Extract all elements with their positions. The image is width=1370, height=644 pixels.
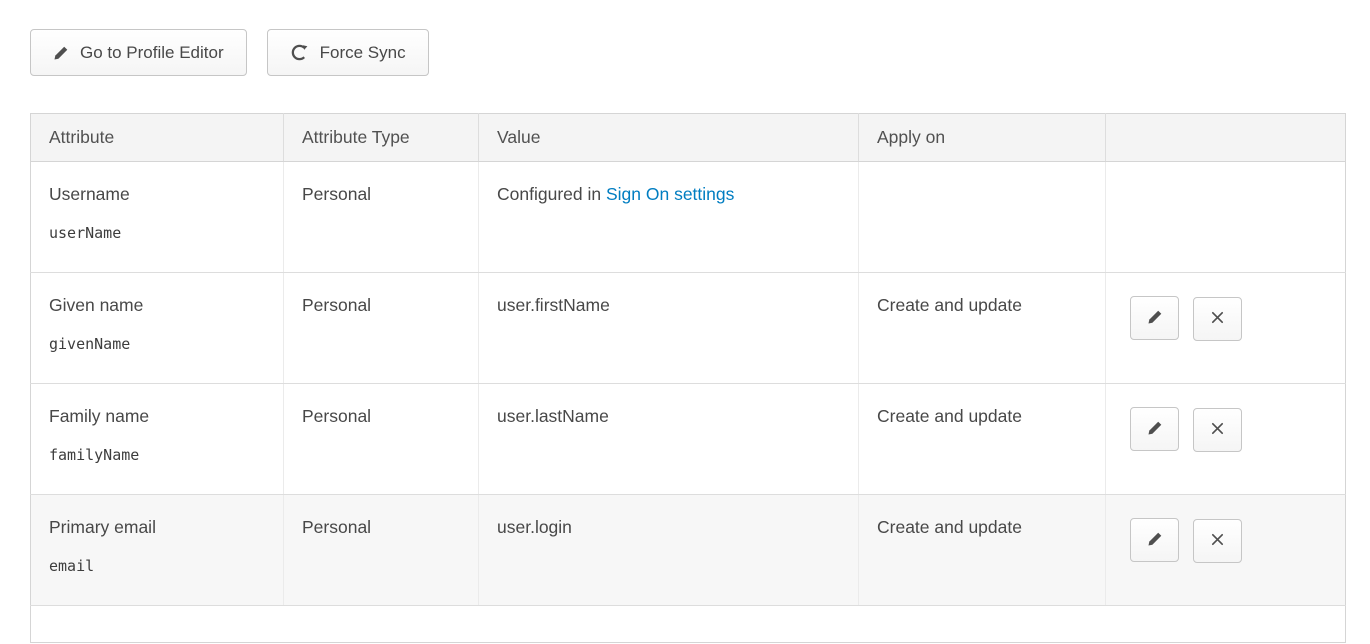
value-cell: user.firstName — [479, 273, 859, 384]
table-row-primary-email: Primary email email Personal user.login … — [31, 495, 1346, 606]
attribute-variable: givenName — [49, 335, 265, 353]
sign-on-settings-link[interactable]: Sign On settings — [606, 184, 734, 204]
apply-on-cell: Create and update — [859, 384, 1106, 495]
actions-cell — [1106, 273, 1346, 384]
value-text: Configured in — [497, 184, 601, 204]
attribute-type-cell: Personal — [284, 384, 479, 495]
attribute-type-cell: Personal — [284, 162, 479, 273]
actions-cell — [1106, 495, 1346, 606]
empty-cell — [31, 606, 1346, 643]
attribute-label: Family name — [49, 406, 265, 427]
attribute-label: Primary email — [49, 517, 265, 538]
attribute-label: Username — [49, 184, 265, 205]
actions-cell — [1106, 384, 1346, 495]
column-header-attribute-type: Attribute Type — [284, 114, 479, 162]
value-text: user.login — [497, 517, 572, 537]
delete-attribute-button[interactable] — [1193, 408, 1242, 452]
attribute-cell: Username userName — [31, 162, 284, 273]
column-header-actions — [1106, 114, 1346, 162]
delete-attribute-button[interactable] — [1193, 297, 1242, 341]
force-sync-button[interactable]: Force Sync — [267, 29, 429, 76]
x-icon — [1210, 310, 1225, 328]
column-header-attribute: Attribute — [31, 114, 284, 162]
attribute-cell: Primary email email — [31, 495, 284, 606]
attribute-mapping-table: Attribute Attribute Type Value Apply on … — [30, 113, 1346, 643]
attribute-type-cell: Personal — [284, 273, 479, 384]
table-row-username: Username userName Personal Configured in… — [31, 162, 1346, 273]
apply-on-text: Create and update — [877, 295, 1022, 315]
attribute-label: Given name — [49, 295, 265, 316]
attribute-type-text: Personal — [302, 295, 371, 315]
pencil-icon — [53, 45, 69, 61]
attribute-variable: email — [49, 557, 265, 575]
actions-cell — [1106, 162, 1346, 273]
force-sync-label: Force Sync — [320, 43, 406, 63]
apply-on-cell: Create and update — [859, 495, 1106, 606]
attribute-type-text: Personal — [302, 184, 371, 204]
attribute-cell: Family name familyName — [31, 384, 284, 495]
apply-on-text: Create and update — [877, 517, 1022, 537]
value-text: user.lastName — [497, 406, 609, 426]
apply-on-text: Create and update — [877, 406, 1022, 426]
attribute-variable: userName — [49, 224, 265, 242]
value-cell: user.login — [479, 495, 859, 606]
table-row-empty — [31, 606, 1346, 643]
column-header-value: Value — [479, 114, 859, 162]
go-to-profile-editor-label: Go to Profile Editor — [80, 43, 224, 63]
x-icon — [1210, 421, 1225, 439]
pencil-icon — [1147, 309, 1163, 328]
value-cell: Configured in Sign On settings — [479, 162, 859, 273]
attribute-type-cell: Personal — [284, 495, 479, 606]
go-to-profile-editor-button[interactable]: Go to Profile Editor — [30, 29, 247, 76]
toolbar: Go to Profile Editor Force Sync — [30, 29, 1343, 76]
value-cell: user.lastName — [479, 384, 859, 495]
x-icon — [1210, 532, 1225, 550]
table-row-given-name: Given name givenName Personal user.first… — [31, 273, 1346, 384]
apply-on-cell — [859, 162, 1106, 273]
column-header-apply-on: Apply on — [859, 114, 1106, 162]
attribute-cell: Given name givenName — [31, 273, 284, 384]
pencil-icon — [1147, 420, 1163, 439]
attribute-type-text: Personal — [302, 517, 371, 537]
attribute-mappings-page: Go to Profile Editor Force Sync Attribut… — [0, 0, 1370, 644]
table-header-row: Attribute Attribute Type Value Apply on — [31, 114, 1346, 162]
edit-attribute-button[interactable] — [1130, 296, 1179, 340]
table-row-family-name: Family name familyName Personal user.las… — [31, 384, 1346, 495]
attribute-variable: familyName — [49, 446, 265, 464]
attribute-type-text: Personal — [302, 406, 371, 426]
value-text: user.firstName — [497, 295, 610, 315]
pencil-icon — [1147, 531, 1163, 550]
edit-attribute-button[interactable] — [1130, 518, 1179, 562]
apply-on-cell: Create and update — [859, 273, 1106, 384]
refresh-icon — [290, 43, 309, 62]
edit-attribute-button[interactable] — [1130, 407, 1179, 451]
delete-attribute-button[interactable] — [1193, 519, 1242, 563]
